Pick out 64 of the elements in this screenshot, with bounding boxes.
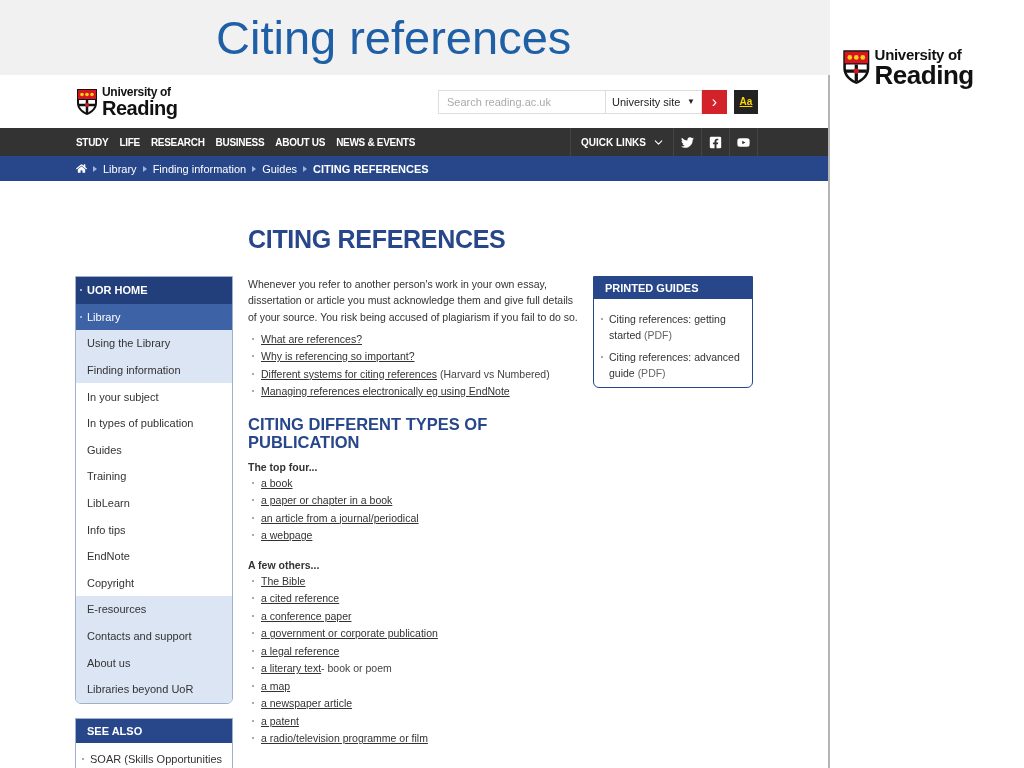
panel-title: SEE ALSO [76,718,232,743]
guide-link[interactable]: Citing references: advanced guide (PDF) [609,349,746,381]
logo-text: Reading [874,62,974,88]
sidebar-item[interactable]: About us [76,649,232,676]
breadcrumb-link[interactable]: Library [103,162,137,175]
sidebar-item[interactable]: UOR HOME [76,277,232,304]
slide-title: Citing references [216,10,572,65]
link[interactable]: a map [261,679,291,692]
link[interactable]: Different systems for citing references [261,367,438,380]
home-icon[interactable] [76,163,87,174]
link[interactable]: a radio/television programme or film [261,732,428,745]
group-title: A few others... [248,558,321,571]
sidebar-item[interactable]: Using the Library [76,330,232,357]
sidebar-item[interactable]: Library [76,303,232,331]
breadcrumb-link[interactable]: Finding information [152,162,247,175]
separator-icon [252,165,257,172]
nav-link[interactable]: STUDY [76,136,109,148]
separator-icon [93,165,97,172]
scope-dropdown[interactable]: University site ▼ [606,89,702,114]
link[interactable]: a government or corporate publication [261,627,438,640]
link[interactable]: a conference paper [261,609,352,622]
shield-icon [842,49,871,86]
link[interactable]: a legal reference [261,644,340,657]
sidebar-item[interactable]: Contacts and support [76,622,232,650]
shield-icon [76,87,98,116]
section-heading: CITING DIFFERENT TYPES OF PUBLICATION [248,414,489,451]
link[interactable]: an article from a journal/periodical [261,511,419,524]
nav-link[interactable]: NEWS & EVENTS [336,136,416,148]
nav-link[interactable]: RESEARCH [150,136,205,148]
nav-link[interactable]: ABOUT US [275,136,326,148]
link[interactable]: What are references? [261,332,362,345]
logo-text: University of [874,47,963,62]
search-button[interactable]: › [702,89,727,114]
link[interactable]: The Bible [261,574,306,587]
separator-icon [303,165,308,172]
logo-text: University of [102,85,171,98]
text-size-button[interactable]: Aa [734,89,758,114]
link[interactable]: a webpage [261,529,313,542]
intro-paragraph: Whenever you refer to another person's work in your own essay, dissertation or article you must acknowledge them and give full details of your source. You risk being accused of plagiarism if you fail to do so. [248,277,578,325]
link[interactable]: a book [261,476,293,489]
link[interactable]: Why is referencing so important? [261,350,415,363]
breadcrumb-link[interactable]: CITING REFERENCES [313,162,429,175]
page-heading: CITING REFERENCES [248,225,507,254]
sidebar-item[interactable]: E-resources [76,596,232,623]
group-title: The top four... [248,460,319,473]
link[interactable]: a newspaper article [261,697,353,710]
sidebar-item[interactable]: Finding information [76,356,232,384]
nav-link[interactable]: BUSINESS [215,136,265,148]
guide-link[interactable]: Citing references: getting started (PDF) [609,311,746,343]
separator-icon [142,165,147,172]
link[interactable]: a patent [261,714,299,727]
link[interactable]: Managing references electronically eg using EndNote [261,385,510,398]
link[interactable]: a cited reference [261,592,340,605]
logo-text: Reading [102,97,178,118]
link[interactable]: a paper or chapter in a book [261,494,393,507]
link[interactable]: a literary text [261,662,322,675]
panel-title: PRINTED GUIDES [594,277,752,299]
list-item: a literary text- book or poem [261,662,392,675]
link[interactable]: SOAR (Skills Opportunities [90,752,223,765]
search-field[interactable]: Search reading.ac.uk [438,89,606,114]
breadcrumb-link[interactable]: Guides [262,162,298,175]
list-item: Different systems for citing references (Harvard vs Numbered) [261,367,550,380]
sidebar-item[interactable]: Libraries beyond UoR [76,675,232,703]
nav-link[interactable]: LIFE [119,136,140,148]
